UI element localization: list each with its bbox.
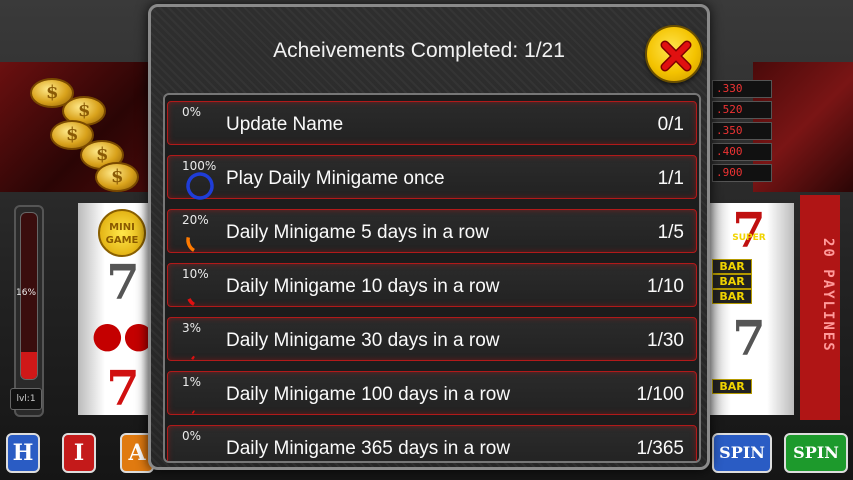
super-seven-symbol: 7: [732, 203, 766, 259]
progress-ring-arc: [186, 226, 214, 254]
achievement-row[interactable]: 0% Update Name 0/1: [167, 101, 697, 146]
achievement-name: Play Daily Minigame once: [226, 168, 445, 189]
achievement-count: 1/5: [657, 222, 684, 243]
progress-ring-arc: [186, 172, 214, 200]
close-button[interactable]: [645, 25, 703, 83]
achievement-name: Daily Minigame 365 days in a row: [226, 438, 511, 459]
progress-ring-arc: [186, 118, 214, 146]
achievement-row[interactable]: 10% Daily Minigame 10 days in a row 1/10: [167, 263, 697, 308]
gold-coin-icon: [95, 162, 139, 192]
achievement-row[interactable]: 3% Daily Minigame 30 days in a row 1/30: [167, 317, 697, 362]
spin-button[interactable]: SPIN: [784, 433, 848, 473]
progress-ring-icon: [186, 226, 214, 254]
progress-ring-arc: [186, 280, 214, 308]
achievement-name: Daily Minigame 30 days in a row: [226, 330, 500, 351]
achievement-row[interactable]: 1% Daily Minigame 100 days in a row 1/100: [167, 371, 697, 416]
progress-ring-icon: [186, 442, 214, 461]
achievement-name: Daily Minigame 5 days in a row: [226, 222, 489, 243]
achievement-row[interactable]: 20% Daily Minigame 5 days in a row 1/5: [167, 209, 697, 254]
achievement-count: 1/365: [636, 438, 684, 459]
progress-ring-icon: [186, 172, 214, 200]
dialog-title: Acheivements Completed: 1/21: [273, 39, 565, 62]
mini-game-symbol: MINI GAME: [98, 209, 146, 257]
spin-button-blue[interactable]: SPIN: [712, 433, 772, 473]
xp-meter-fill: [21, 352, 37, 379]
progress-ring-icon: [186, 280, 214, 308]
triple-bar-symbol: BAR BAR BAR: [704, 259, 794, 304]
progress-ring-arc: [186, 388, 214, 416]
reel-right: 7 SUPER BAR BAR BAR 7 BAR: [704, 203, 794, 415]
progress-ring-arc: [186, 442, 214, 461]
progress-ring-icon: [186, 334, 214, 362]
paytable-value: .330: [712, 80, 772, 98]
achievement-count: 1/1: [657, 168, 684, 189]
paytable-value: .900: [712, 164, 772, 182]
achievement-name: Update Name: [226, 114, 344, 135]
achievement-list[interactable]: 0% Update Name 0/1 100% Play Daily Minigame …: [163, 93, 701, 463]
progress-ring-arc: [186, 334, 214, 362]
super-label: SUPER: [732, 233, 766, 243]
paytable-value: .520: [712, 101, 772, 119]
progress-ring-icon: [186, 388, 214, 416]
achievement-row[interactable]: 100% Play Daily Minigame once 1/1: [167, 155, 697, 200]
bar-symbol: BAR: [704, 379, 794, 394]
achievement-count: 1/10: [647, 276, 684, 297]
achievement-name: Daily Minigame 100 days in a row: [226, 384, 511, 405]
achievement-count: 1/30: [647, 330, 684, 351]
seven-symbol: 7: [732, 311, 766, 367]
achievement-count: 1/100: [636, 384, 684, 405]
achievements-dialog: Acheivements Completed: 1/21 0% Update Na…: [148, 4, 710, 470]
paylines-label: 20 PAYLINES: [820, 238, 836, 353]
button-i[interactable]: I: [62, 433, 96, 473]
paytable-value: .350: [712, 122, 772, 140]
button-h[interactable]: H: [6, 433, 40, 473]
achievement-count: 0/1: [657, 114, 684, 135]
xp-percent: 16%: [16, 288, 37, 298]
achievement-row[interactable]: 0% Daily Minigame 365 days in a row 1/365: [167, 425, 697, 461]
paytable-value: .400: [712, 143, 772, 161]
achievement-name: Daily Minigame 10 days in a row: [226, 276, 500, 297]
close-x-icon: [660, 40, 692, 72]
progress-ring-icon: [186, 118, 214, 146]
level-indicator: lvl:1: [10, 388, 42, 410]
